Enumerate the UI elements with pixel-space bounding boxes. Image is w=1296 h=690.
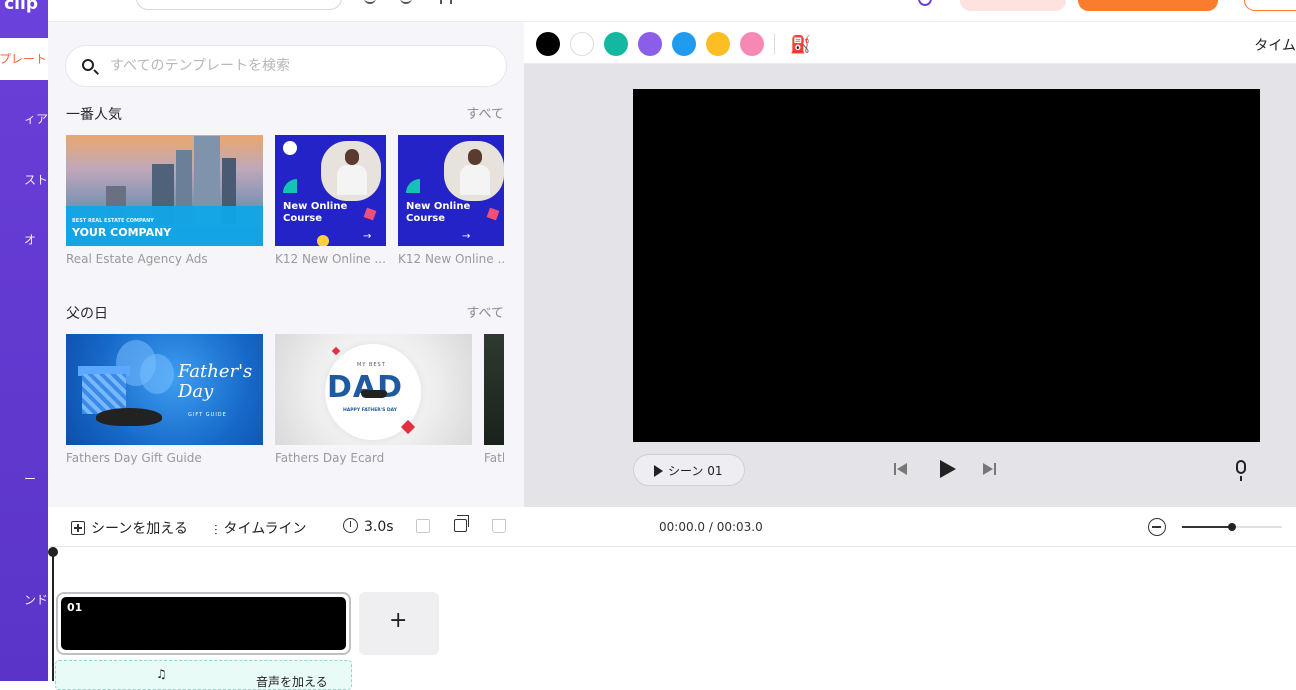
layout-icon[interactable] (440, 0, 452, 4)
paint-bucket-icon[interactable]: ⛽ (790, 35, 811, 55)
duplicate-icon[interactable] (454, 515, 469, 532)
logo-text: clip (4, 0, 38, 14)
template-label: K12 New Online ... (398, 252, 504, 266)
thumb-text: BEST REAL ESTATE COMPANY (72, 218, 154, 224)
timecode: 00:00.0 / 00:03.0 (659, 520, 763, 534)
playhead[interactable] (48, 547, 58, 681)
scene-play-label: シーン 01 (668, 464, 723, 478)
search-icon (82, 59, 94, 71)
zoom-slider-fill (1182, 526, 1232, 528)
chat-icon[interactable] (918, 0, 932, 6)
template-label: Real Estate Agency Ads (66, 252, 208, 266)
plus-icon: + (389, 608, 408, 633)
thumb-text: YOUR COMPANY (72, 226, 172, 239)
add-scene-button[interactable]: シーンを加える (71, 518, 188, 538)
scene-number: 01 (67, 601, 83, 614)
add-scene-tile[interactable]: + (359, 592, 439, 655)
timeline-button[interactable]: ⫶ タイムライン (214, 518, 307, 539)
add-audio-label: ♫ 音声を加える (156, 667, 328, 689)
undo-icon[interactable] (364, 0, 376, 4)
video-canvas[interactable] (633, 89, 1260, 442)
add-scene-label: シーンを加える (91, 521, 188, 537)
share-button[interactable] (1244, 0, 1296, 11)
color-swatch-black[interactable] (536, 32, 560, 56)
thumb-text: New Online Course (283, 201, 348, 224)
color-swatch-blue[interactable] (672, 32, 696, 56)
duration-label: 3.0s (364, 519, 394, 535)
rail-item-templates-label: プレート (0, 52, 47, 66)
rail-item-media[interactable]: ィア (24, 110, 48, 127)
template-thumbnail (484, 334, 504, 445)
color-toolbar: ⛽ タイム (524, 22, 1296, 64)
see-all-fathers-day-link[interactable]: すべて (466, 302, 504, 321)
delete-icon[interactable] (492, 519, 506, 533)
play-icon (654, 465, 663, 477)
skip-forward-icon[interactable] (983, 462, 997, 476)
timeline-label: タイムライン (223, 521, 307, 537)
thumb-text: Father's Day (178, 361, 253, 402)
rail-item-text[interactable]: スト (24, 171, 48, 188)
color-swatch-white[interactable] (570, 32, 594, 56)
add-audio-text: 音声を加える (256, 675, 328, 689)
zoom-slider-handle[interactable] (1228, 523, 1236, 531)
template-thumbnail: New Online Course → (275, 135, 386, 246)
template-label: Fathers Day Gift Guide (66, 451, 202, 465)
see-all-popular-link[interactable]: すべて (466, 103, 504, 122)
add-audio-button[interactable]: ♫ 音声を加える (55, 660, 352, 690)
template-search[interactable] (65, 45, 507, 87)
color-swatch-pink[interactable] (740, 32, 764, 56)
color-swatch-yellow[interactable] (706, 32, 730, 56)
timeline-icon: ⫶ (214, 523, 218, 539)
template-thumbnail: Father's Day GIFT GUIDE (66, 334, 263, 445)
scene-play-button[interactable]: シーン 01 (633, 454, 745, 486)
clock-icon (343, 518, 358, 533)
template-search-input[interactable] (110, 54, 490, 78)
template-label: Fathers Day Ecard (275, 451, 385, 465)
template-panel: 一番人気 すべて BEST REAL ESTATE COMPANY YOUR C… (48, 22, 524, 507)
template-thumbnail: BEST REAL ESTATE COMPANY YOUR COMPANY (66, 135, 263, 246)
template-thumbnail: New Online Course → (398, 135, 504, 246)
rail-item-brand[interactable]: ンド (24, 591, 48, 608)
thumb-text: GIFT GUIDE (188, 412, 227, 418)
thumb-text: DAD (327, 370, 404, 405)
thumb-text: HAPPY FATHER'S DAY (343, 408, 397, 413)
thumb-text: MY BEST (357, 362, 386, 368)
color-swatch-purple[interactable] (638, 32, 662, 56)
template-thumbnail: MY BEST DAD HAPPY FATHER'S DAY (275, 334, 472, 445)
duration-button[interactable]: 3.0s (343, 518, 394, 535)
skip-back-icon[interactable] (894, 462, 908, 476)
scene-clip[interactable]: 01 (56, 592, 351, 655)
template-label: Fatl (484, 451, 504, 465)
timing-label[interactable]: タイム (1254, 35, 1296, 55)
project-name-field[interactable] (136, 0, 342, 10)
thumb-text: New Online Course (406, 201, 471, 224)
zoom-out-icon[interactable] (1148, 518, 1166, 536)
preview-stage: シーン 01 (524, 64, 1296, 507)
microphone-icon[interactable] (1236, 460, 1246, 481)
left-nav-rail: clip プレート ィア スト オ ー ンド (0, 0, 48, 681)
redo-icon[interactable] (400, 0, 412, 4)
app-logo[interactable]: clip (0, 0, 48, 38)
timeline-toolbar: シーンを加える ⫶ タイムライン 3.0s 00:00.0 / 00:03.0 (48, 507, 1296, 547)
template-label: K12 New Online ... (275, 252, 386, 266)
export-button[interactable] (1078, 0, 1218, 11)
split-icon[interactable] (416, 519, 430, 533)
upgrade-button[interactable] (960, 0, 1066, 11)
section-title-fathers-day: 父の日 (66, 306, 108, 322)
top-bar (48, 0, 1296, 22)
divider (774, 34, 775, 54)
section-title-popular: 一番人気 (66, 107, 122, 123)
rail-item-misc[interactable]: ー (24, 470, 36, 487)
add-icon (71, 521, 85, 535)
color-swatch-teal[interactable] (604, 32, 628, 56)
rail-item-templates[interactable]: プレート (0, 38, 48, 80)
zoom-slider[interactable] (1182, 523, 1282, 531)
play-icon[interactable] (940, 460, 956, 478)
rail-item-video[interactable]: オ (24, 231, 36, 248)
